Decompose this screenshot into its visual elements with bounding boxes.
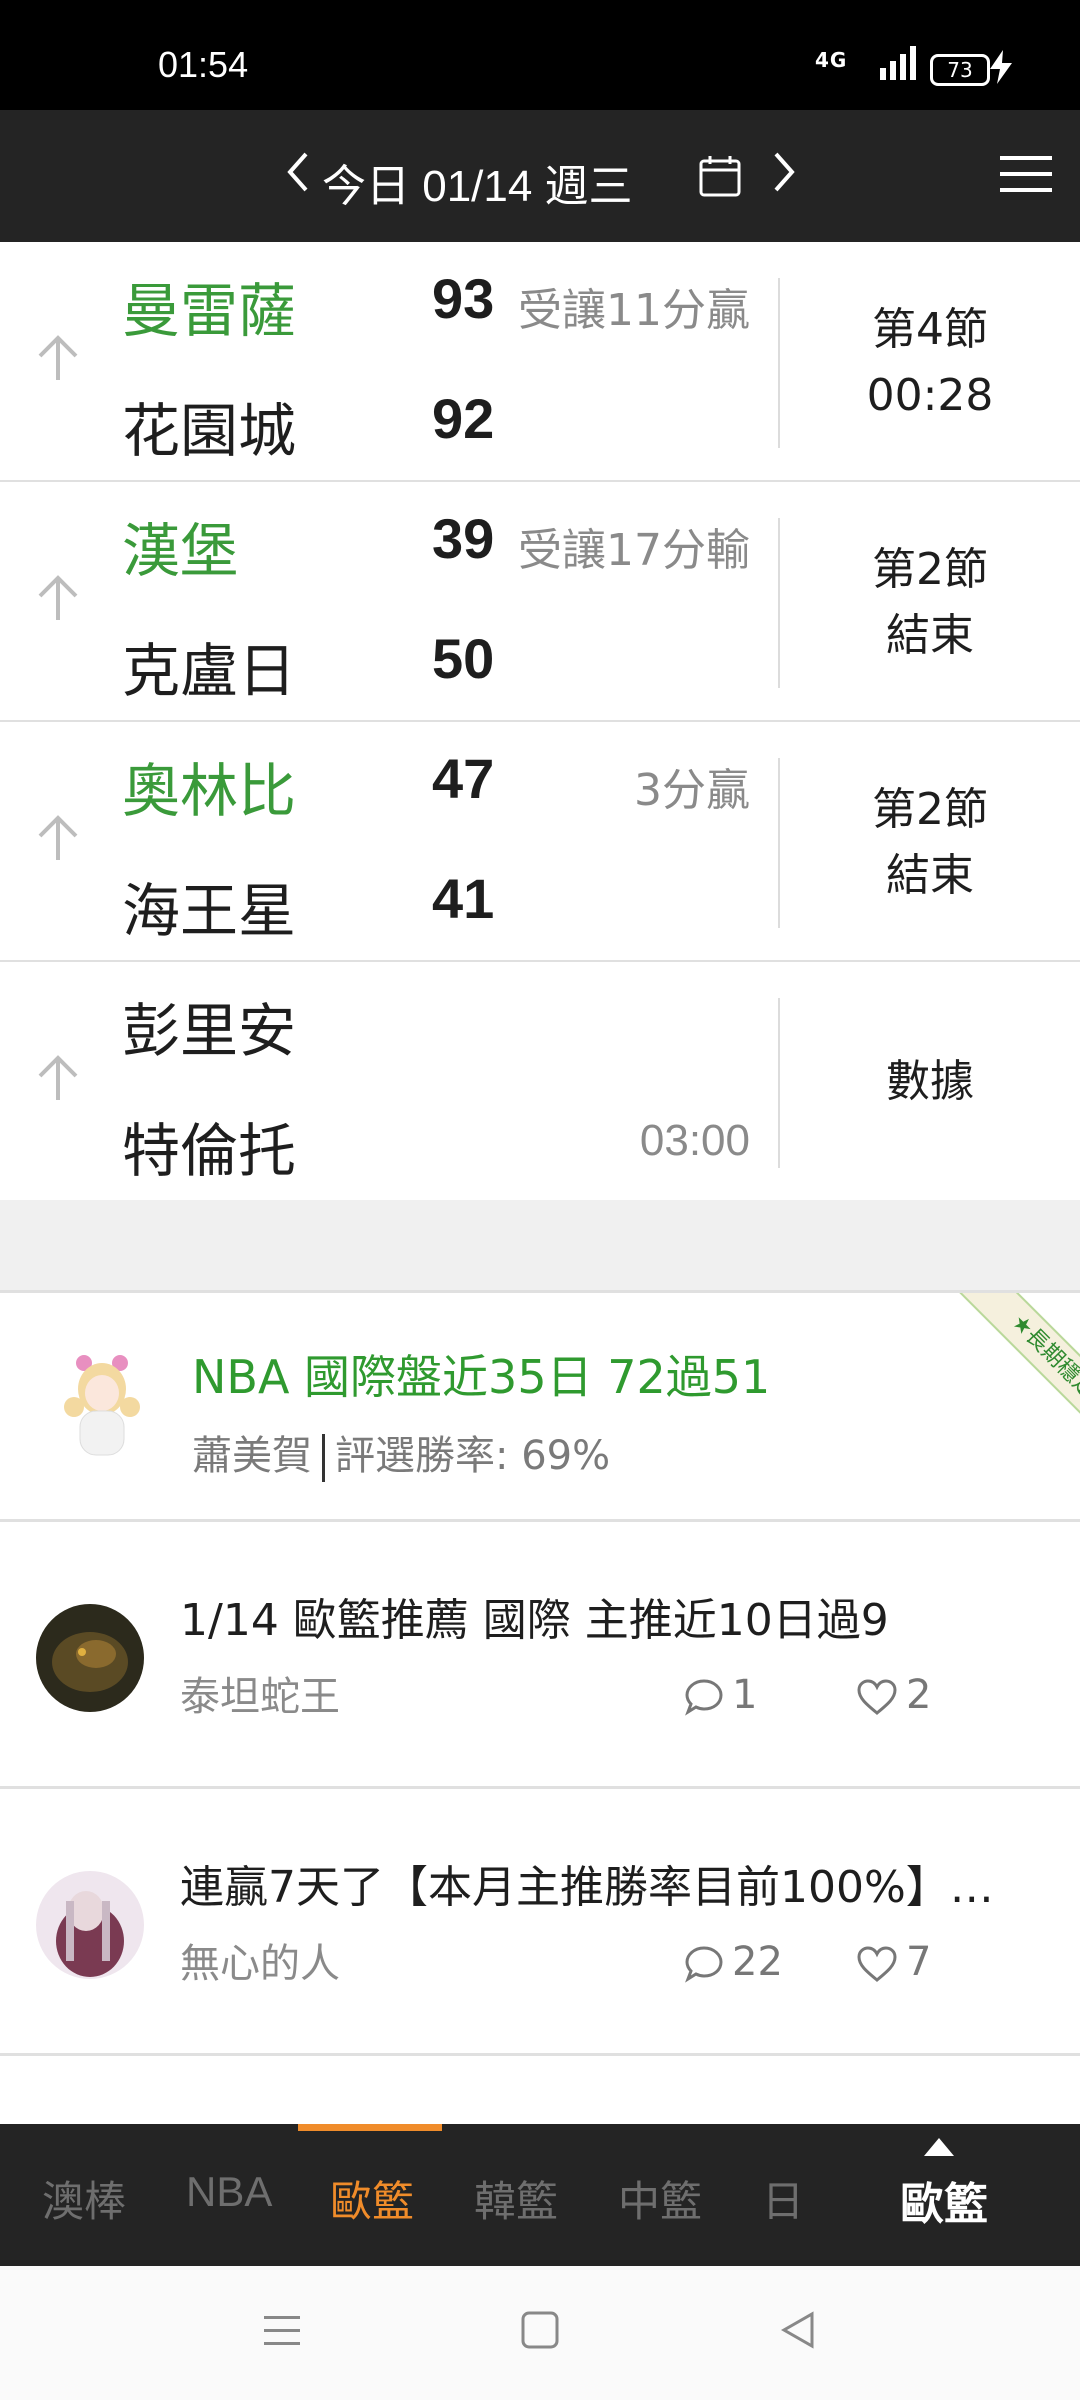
tab-euro-basketball[interactable]: 歐籃 [330, 2168, 414, 2229]
date-label[interactable]: 今日 01/14 週三 [322, 150, 633, 214]
game-row[interactable]: 奧林比 海王星 47 41 3分贏 第2節 結束 [0, 722, 1080, 963]
featured-tipster-card[interactable]: NBA 國際盤近35日 72過51 蕭美賀 評選勝率: 69% ★長期穩定★ [0, 1293, 1080, 1522]
post-title[interactable]: 1/14 歐籃推薦 國際 主推近10日過9 [180, 1584, 1050, 1648]
league-tab-bar: 澳棒 NBA 歐籃 韓籃 中籃 日 歐籃 [0, 2124, 1080, 2266]
author-avatar [36, 1604, 144, 1712]
away-team: 花園城 [122, 397, 297, 465]
post-item[interactable]: 1/14 歐籃推薦 國際 主推近10日過9 泰坦蛇王 1 2 [0, 1522, 1080, 1789]
status-period: 第4節 [872, 304, 988, 355]
home-team: 彭里安 [122, 997, 297, 1065]
home-team: 漢堡 [122, 517, 239, 585]
tab-korea-basketball[interactable]: 韓籃 [474, 2168, 558, 2229]
calendar-icon[interactable] [698, 154, 742, 202]
active-tab-indicator [298, 2124, 442, 2131]
game-status: 第2節 結束 [780, 537, 1080, 669]
status-detail: 00:28 [866, 370, 994, 421]
comment-count[interactable]: 1 [684, 1672, 757, 1718]
current-league-button[interactable]: 歐籃 [900, 2168, 988, 2232]
recent-apps-icon[interactable] [262, 2310, 302, 2354]
handicap-result: 3分贏 [634, 765, 750, 816]
heart-icon [857, 1679, 897, 1715]
author-avatar [36, 1871, 144, 1979]
tab-aus-baseball[interactable]: 澳棒 [42, 2168, 126, 2229]
battery-icon: 73 [930, 54, 990, 86]
status-period: 第2節 [872, 544, 988, 595]
date-header: 今日 01/14 週三 [0, 110, 1080, 242]
like-count-value: 2 [906, 1672, 932, 1718]
away-team: 克盧日 [122, 637, 297, 705]
pin-up-arrow-icon[interactable] [36, 574, 80, 628]
away-score: 41 [432, 867, 495, 930]
post-title[interactable]: 連贏7天了【本月主推勝率目前100%】… [180, 1851, 1050, 1915]
status-detail: 結束 [886, 850, 974, 901]
handicap-result: 受讓11分贏 [518, 285, 750, 336]
home-score: 47 [432, 747, 495, 810]
pin-up-arrow-icon[interactable] [36, 334, 80, 388]
tab-japan[interactable]: 日 [762, 2168, 804, 2229]
home-score: 39 [432, 507, 495, 570]
divider [322, 1434, 325, 1482]
system-nav-bar [0, 2266, 1080, 2400]
post-author: 無心的人 [180, 1941, 340, 1987]
tipster-meta: 蕭美賀 評選勝率: 69% [192, 1423, 610, 1482]
start-time: 03:00 [639, 1116, 750, 1165]
handicap-result: 受讓17分輸 [518, 525, 750, 576]
away-score: 50 [432, 627, 495, 690]
status-detail: 結束 [886, 610, 974, 661]
game-status: 第4節 00:28 [780, 297, 1080, 429]
comment-icon [685, 1679, 723, 1716]
home-team: 曼雷薩 [122, 277, 297, 345]
comment-count-value: 22 [732, 1939, 783, 1985]
back-icon[interactable] [778, 2310, 818, 2354]
comment-count[interactable]: 22 [684, 1939, 783, 1985]
hamburger-menu-icon[interactable] [1000, 154, 1052, 198]
post-author: 泰坦蛇王 [180, 1674, 340, 1720]
away-team: 海王星 [122, 877, 297, 945]
signal-icon [880, 46, 920, 84]
prev-day-button[interactable] [284, 148, 312, 200]
away-team: 特倫托 [122, 1117, 297, 1185]
charging-icon [990, 50, 1012, 88]
home-score: 93 [432, 267, 495, 330]
tab-nba[interactable]: NBA [186, 2168, 272, 2216]
featured-title[interactable]: NBA 國際盤近35日 72過51 [192, 1341, 770, 1407]
home-team: 奧林比 [122, 757, 297, 825]
game-row[interactable]: 彭里安 特倫托 03:00 數據 [0, 962, 1080, 1203]
tab-china-basketball[interactable]: 中籃 [618, 2168, 702, 2229]
next-day-button[interactable] [770, 148, 798, 200]
network-label: 4G [815, 48, 848, 72]
pin-up-arrow-icon[interactable] [36, 814, 80, 868]
post-item[interactable]: 連贏7天了【本月主推勝率目前100%】… 無心的人 22 7 [0, 1789, 1080, 2056]
like-count[interactable]: 7 [856, 1939, 931, 1985]
status-time: 01:54 [158, 44, 249, 85]
status-bar: 01:54 4G 73 [0, 0, 1080, 110]
tipster-name: 蕭美賀 [192, 1433, 312, 1479]
heart-icon [857, 1946, 897, 1982]
comment-count-value: 1 [732, 1672, 758, 1718]
like-count[interactable]: 2 [856, 1672, 931, 1718]
status-period: 第2節 [872, 784, 988, 835]
like-count-value: 7 [906, 1939, 932, 1985]
tipster-avatar [54, 1349, 154, 1459]
game-status: 第2節 結束 [780, 777, 1080, 909]
section-gap [0, 1200, 1080, 1293]
stats-link[interactable]: 數據 [780, 1049, 1080, 1115]
game-row[interactable]: 漢堡 克盧日 39 50 受讓17分輸 第2節 結束 [0, 482, 1080, 723]
game-status[interactable]: 數據 [780, 1049, 1080, 1115]
game-row[interactable]: 曼雷薩 花園城 93 92 受讓11分贏 第4節 00:28 [0, 242, 1080, 483]
pin-up-arrow-icon[interactable] [36, 1054, 80, 1108]
home-icon[interactable] [520, 2310, 560, 2354]
stable-badge: ★長期穩定★ [953, 1293, 1080, 1471]
away-score: 92 [432, 387, 495, 450]
expand-tabs-icon[interactable] [924, 2138, 954, 2160]
win-rate: 評選勝率: 69% [335, 1433, 611, 1479]
comment-icon [685, 1946, 723, 1983]
